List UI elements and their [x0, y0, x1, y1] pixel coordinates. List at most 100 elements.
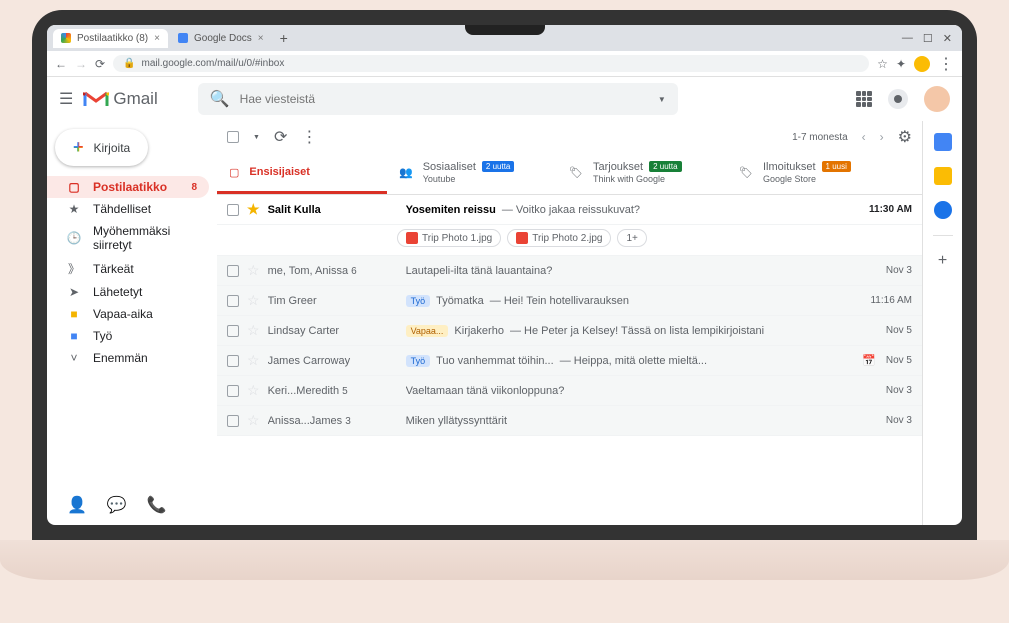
calendar-app-icon[interactable] [934, 133, 952, 151]
email-subject: Yosemiten reissu [406, 204, 496, 216]
search-bar[interactable]: 🔍 ▼ [198, 83, 678, 115]
bookmark-star-icon[interactable]: ☆ [877, 57, 888, 71]
keep-app-icon[interactable] [934, 167, 952, 185]
extension-icon[interactable]: ✦ [896, 57, 906, 71]
email-checkbox[interactable] [227, 295, 239, 307]
search-input[interactable] [240, 92, 648, 106]
docs-favicon [178, 33, 188, 43]
email-sender: Tim Greer [268, 295, 398, 307]
next-page-icon[interactable]: › [880, 130, 884, 144]
email-checkbox[interactable] [227, 325, 239, 337]
inbox-icon: ▢ [229, 166, 239, 179]
add-sidepanel-icon[interactable]: + [938, 252, 947, 270]
sidebar-item-postilaatikko[interactable]: ▢ Postilaatikko 8 [47, 176, 209, 198]
close-window-icon[interactable]: ✕ [943, 32, 952, 45]
hangouts-icon[interactable]: 💬 [107, 495, 127, 515]
browser-tab[interactable]: Google Docs × [170, 29, 272, 48]
email-checkbox[interactable] [227, 385, 239, 397]
sidebar-item-enemmän[interactable]: ˅ Enemmän [47, 347, 209, 369]
important-icon: 》 [67, 260, 81, 277]
star-icon[interactable]: ☆ [247, 262, 260, 279]
sidebar-item-tärkeät[interactable]: 》 Tärkeät [47, 256, 209, 281]
folder-blue-icon: ■ [67, 329, 81, 343]
email-checkbox[interactable] [227, 415, 239, 427]
email-content: Lautapeli-ilta tänä lauantaina? [406, 265, 878, 277]
search-options-icon[interactable]: ▼ [658, 95, 666, 104]
category-tab-ilmoitukset[interactable]: 🏷 Ilmoitukset 1 uusi Google Store [727, 153, 897, 194]
category-tab-tarjoukset[interactable]: 🏷 Tarjoukset 2 uutta Think with Google [557, 153, 727, 194]
more-icon: ˅ [67, 351, 81, 365]
tab-title: Google Docs [194, 33, 252, 44]
browser-tab-active[interactable]: Postilaatikko (8) × [53, 29, 168, 48]
close-tab-icon[interactable]: × [258, 33, 264, 44]
attachment-chip[interactable]: Trip Photo 1.jpg [397, 229, 501, 247]
sidebar-item-lähetetyt[interactable]: ➤ Lähetetyt [47, 281, 209, 303]
email-row[interactable]: ☆ James Carroway Työ Tuo vanhemmat töihi… [217, 346, 922, 376]
email-row[interactable]: ☆ me, Tom, Anissa 6 Lautapeli-ilta tänä … [217, 256, 922, 286]
address-bar[interactable]: 🔒 mail.google.com/mail/u/0/#inbox [113, 55, 869, 72]
profile-avatar[interactable] [914, 56, 930, 72]
email-row[interactable]: ☆ Tim Greer Työ Työmatka — Hei! Tein hot… [217, 286, 922, 316]
account-avatar[interactable] [924, 86, 950, 112]
maximize-window-icon[interactable]: ☐ [923, 32, 933, 45]
settings-gear-icon[interactable]: ⚙ [898, 127, 912, 147]
email-subject: Tuo vanhemmat töihin... [436, 355, 554, 367]
browser-toolbar: ← → ⟳ 🔒 mail.google.com/mail/u/0/#inbox … [47, 51, 962, 77]
email-sender: me, Tom, Anissa 6 [268, 265, 398, 277]
category-label: Ensisijaiset [249, 166, 310, 178]
sidebar-item-työ[interactable]: ■ Työ [47, 325, 209, 347]
email-row[interactable]: ☆ Anissa...James 3 Miken yllätyssynttäri… [217, 406, 922, 436]
email-checkbox[interactable] [227, 265, 239, 277]
email-content: Vapaa... Kirjakerho — He Peter ja Kelsey… [406, 325, 878, 337]
notifications-icon[interactable] [888, 89, 908, 109]
star-icon[interactable]: ☆ [247, 382, 260, 399]
email-row[interactable]: ☆ Lindsay Carter Vapaa... Kirjakerho — H… [217, 316, 922, 346]
email-snippet: — Hei! Tein hotellivarauksen [490, 295, 629, 307]
close-tab-icon[interactable]: × [154, 33, 160, 44]
email-row[interactable]: ☆ Keri...Meredith 5 Vaeltamaan tänä viik… [217, 376, 922, 406]
email-checkbox[interactable] [227, 355, 239, 367]
main-menu-icon[interactable]: ☰ [59, 89, 73, 109]
gmail-m-icon [83, 89, 109, 109]
attachment-chip[interactable]: 1+ [617, 229, 646, 247]
star-icon[interactable]: ☆ [247, 322, 260, 339]
select-all-checkbox[interactable] [227, 131, 239, 143]
category-badge: 1 uusi [822, 161, 851, 172]
category-label: Sosiaaliset [423, 161, 476, 173]
tasks-app-icon[interactable] [934, 201, 952, 219]
browser-menu-icon[interactable]: ⋮ [938, 54, 954, 74]
email-sender: Salit Kulla [268, 204, 398, 216]
prev-page-icon[interactable]: ‹ [862, 130, 866, 144]
sidebar-item-tähdelliset[interactable]: ★ Tähdelliset [47, 198, 209, 220]
forward-icon[interactable]: → [75, 57, 87, 71]
star-icon[interactable]: ☆ [247, 292, 260, 309]
back-icon[interactable]: ← [55, 57, 67, 71]
contacts-icon[interactable]: 👤 [67, 495, 87, 515]
sidebar-item-vapaa-aika[interactable]: ■ Vapaa-aika [47, 303, 209, 325]
email-time: Nov 5 [886, 355, 912, 366]
reload-icon[interactable]: ⟳ [95, 57, 105, 71]
new-tab-button[interactable]: + [280, 30, 288, 46]
more-actions-icon[interactable]: ⋮ [301, 127, 317, 147]
minimize-window-icon[interactable]: — [902, 32, 913, 45]
attachment-name: Trip Photo 2.jpg [532, 233, 602, 244]
category-tab-ensisijaiset[interactable]: ▢ Ensisijaiset [217, 153, 387, 194]
sidebar-item-label: Enemmän [93, 351, 148, 365]
email-row[interactable]: ★ Salit Kulla Yosemiten reissu — Voitko … [217, 195, 922, 225]
apps-grid-icon[interactable] [856, 91, 872, 107]
star-icon[interactable]: ☆ [247, 352, 260, 369]
category-label: Ilmoitukset [763, 161, 816, 173]
star-icon[interactable]: ★ [247, 201, 260, 218]
sidebar-item-myöhemmäksi-siirretyt[interactable]: 🕒 Myöhemmäksi siirretyt [47, 220, 209, 256]
refresh-icon[interactable]: ⟳ [274, 127, 287, 147]
email-time: Nov 3 [886, 415, 912, 426]
gmail-logo[interactable]: Gmail [83, 89, 157, 109]
search-icon: 🔍 [210, 89, 230, 109]
compose-button[interactable]: + Kirjoita [55, 129, 148, 166]
attachment-chip[interactable]: Trip Photo 2.jpg [507, 229, 611, 247]
phone-icon[interactable]: 📞 [147, 495, 167, 515]
star-icon[interactable]: ☆ [247, 412, 260, 429]
select-dropdown-icon[interactable]: ▼ [253, 134, 260, 141]
category-tab-sosiaaliset[interactable]: 👥 Sosiaaliset 2 uutta Youtube [387, 153, 557, 194]
email-checkbox[interactable] [227, 204, 239, 216]
